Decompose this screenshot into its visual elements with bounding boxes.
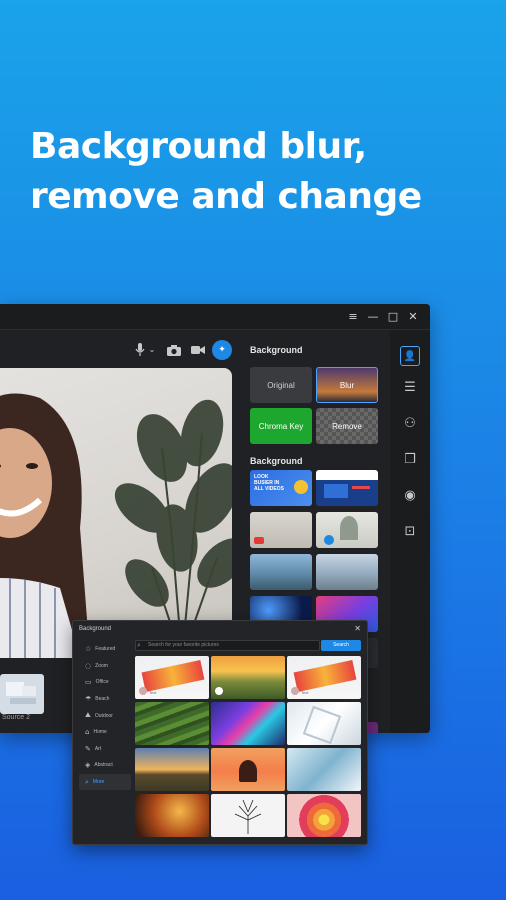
star-icon: ☆ <box>85 645 92 654</box>
bg-thumb-5[interactable] <box>250 554 312 590</box>
effects-icon[interactable]: ✦ <box>212 340 232 360</box>
maximize-icon[interactable]: □ <box>386 310 400 324</box>
mode-blur-label: Blur <box>339 380 355 390</box>
thumbnail-caption: Source 2 <box>2 714 31 721</box>
chevron-down-icon[interactable]: ⌄ <box>146 340 158 360</box>
bg-thumb-2[interactable] <box>316 470 378 506</box>
mode-remove-label: Remove <box>332 421 362 431</box>
bg-thumb-1[interactable]: LOOK BUSIER IN ALL VIDEOS <box>250 470 312 506</box>
outdoor-icon: ⛰ <box>85 711 91 720</box>
art-icon: ✎ <box>85 744 91 753</box>
mode-original-button[interactable]: Original <box>250 367 312 403</box>
grid-image-10[interactable] <box>135 794 209 837</box>
plant-image <box>114 399 232 658</box>
category-outdoor[interactable]: ⛰ Outdoor <box>79 707 131 724</box>
category-label: Beach <box>95 696 110 703</box>
zoom-icon: ◌ <box>85 661 92 670</box>
search-input[interactable]: Search for your favorite pictures <box>135 640 320 651</box>
grid-image-6[interactable] <box>287 702 361 745</box>
category-label: Art <box>94 745 102 752</box>
toolbar: ⌄ ✦ <box>130 340 240 360</box>
headline-line-2: remove and change <box>30 176 422 217</box>
mode-chroma-key-label: Chroma Key <box>258 421 304 431</box>
category-zoom[interactable]: ◌ Zoom <box>79 658 131 675</box>
grid-image-3[interactable]: Text <box>287 656 361 699</box>
grid-image-2[interactable] <box>211 656 285 699</box>
bg-thumb-3[interactable] <box>250 512 312 548</box>
bg-thumb-4[interactable] <box>316 512 378 548</box>
section-header: Background <box>250 456 303 466</box>
close-icon[interactable]: ✕ <box>406 310 420 324</box>
minimize-icon[interactable]: — <box>366 310 380 324</box>
grid-image-7[interactable] <box>135 748 209 791</box>
home-icon: ⌂ <box>85 728 90 737</box>
mode-chroma-key-button[interactable]: Chroma Key <box>250 408 312 444</box>
grid-image-9[interactable] <box>287 748 361 791</box>
search-icon: ⌕ <box>137 641 141 649</box>
grid-image-1[interactable]: Text <box>135 656 209 699</box>
panel-header: Background <box>250 345 303 355</box>
category-art[interactable]: ✎ Art <box>79 741 131 758</box>
category-office[interactable]: ▭ Office <box>79 674 131 691</box>
category-label: Outdoor <box>94 712 113 719</box>
grid-image-12[interactable] <box>287 794 361 837</box>
right-sidebar: 👤 ☰ ⚇ ❒ ◉ ⊡ <box>390 330 430 733</box>
grid-overlay-text: Text <box>301 690 309 695</box>
category-label: Home <box>93 729 107 736</box>
headline-line-1: Background blur, <box>30 126 367 167</box>
search-button[interactable]: Search <box>321 640 361 651</box>
category-featured[interactable]: ☆ Featured <box>79 641 131 658</box>
search-icon: ⌕ <box>85 777 89 786</box>
grid-overlay-text: Text <box>149 690 157 695</box>
category-label: Abstract <box>94 762 113 769</box>
grid-image-8[interactable] <box>211 748 285 791</box>
category-abstract[interactable]: ◈ Abstract <box>79 757 131 774</box>
camera-icon[interactable] <box>164 340 184 360</box>
grid-image-4[interactable] <box>135 702 209 745</box>
person-image <box>0 393 90 658</box>
source-thumbnail[interactable] <box>0 674 44 714</box>
video-icon[interactable] <box>188 340 208 360</box>
abstract-icon: ◈ <box>85 761 91 770</box>
office-icon: ▭ <box>85 678 92 687</box>
mask-icon[interactable]: ◉ <box>400 486 420 506</box>
sticker-icon[interactable]: ❒ <box>400 450 420 470</box>
category-label: More <box>92 779 105 786</box>
category-label: Zoom <box>95 662 108 669</box>
category-home[interactable]: ⌂ Home <box>79 724 131 741</box>
camera-preview <box>0 368 232 658</box>
grid-image-11[interactable] <box>211 794 285 837</box>
background-dialog: Background ✕ ☆ Featured ◌ Zoom ▭ Office ☂ Be… <box>72 620 368 845</box>
category-beach[interactable]: ☂ Beach <box>79 691 131 708</box>
filters-icon[interactable]: ⚇ <box>400 414 420 434</box>
grid-image-5[interactable] <box>211 702 285 745</box>
category-label: Featured <box>95 646 116 653</box>
close-icon[interactable]: ✕ <box>354 624 361 633</box>
mode-remove-button[interactable]: Remove <box>316 408 378 444</box>
mode-original-label: Original <box>267 380 295 390</box>
beach-icon: ☂ <box>85 695 92 704</box>
bg-thumb-1-text-3: ALL VIDEOS <box>254 486 284 492</box>
category-list: ☆ Featured ◌ Zoom ▭ Office ☂ Beach ⛰ Outdoor … <box>79 641 131 791</box>
mode-blur-button[interactable]: Blur <box>316 367 378 403</box>
person-icon[interactable]: 👤 <box>400 346 420 366</box>
capture-icon[interactable]: ⊡ <box>400 522 420 542</box>
menu-icon[interactable]: ≡ <box>346 310 360 324</box>
title-bar: ≡ — □ ✕ <box>0 304 430 330</box>
category-more[interactable]: ⌕ More <box>79 773 131 791</box>
category-label: Office <box>95 679 109 686</box>
headline: Background blur, remove and change <box>30 122 422 222</box>
bg-thumb-6[interactable] <box>316 554 378 590</box>
dialog-title: Background <box>79 626 112 632</box>
sliders-icon[interactable]: ☰ <box>400 378 420 398</box>
